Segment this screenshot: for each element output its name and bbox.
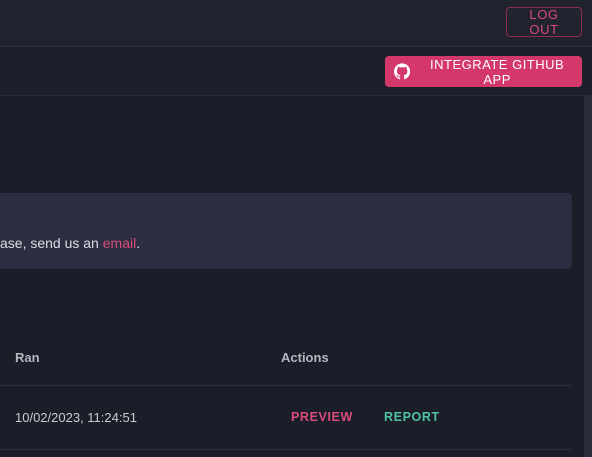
- preview-button[interactable]: PREVIEW: [291, 410, 353, 424]
- top-bar: LOG OUT: [0, 0, 592, 47]
- sub-toolbar: INTEGRATE GITHUB APP: [0, 47, 592, 96]
- email-link[interactable]: email: [103, 235, 136, 251]
- info-banner-text: ase, send us an email.: [0, 235, 140, 251]
- ran-cell: 10/02/2023, 11:24:51: [15, 410, 137, 425]
- github-icon: [394, 63, 411, 80]
- table-header: Ran Actions: [0, 333, 572, 386]
- report-button[interactable]: REPORT: [384, 410, 440, 424]
- column-header-actions: Actions: [281, 350, 329, 365]
- info-banner: ase, send us an email.: [0, 193, 572, 269]
- vertical-scrollbar[interactable]: [584, 96, 592, 457]
- column-header-ran: Ran: [15, 350, 40, 365]
- info-text-suffix: .: [136, 235, 141, 251]
- info-text-prefix: ase, send us an: [0, 235, 103, 251]
- table-row: 10/02/2023, 11:24:51 PREVIEW REPORT: [0, 386, 572, 450]
- integrate-github-app-label: INTEGRATE GITHUB APP: [430, 56, 565, 87]
- integrate-github-app-button[interactable]: INTEGRATE GITHUB APP: [385, 56, 582, 87]
- logout-button[interactable]: LOG OUT: [506, 7, 582, 37]
